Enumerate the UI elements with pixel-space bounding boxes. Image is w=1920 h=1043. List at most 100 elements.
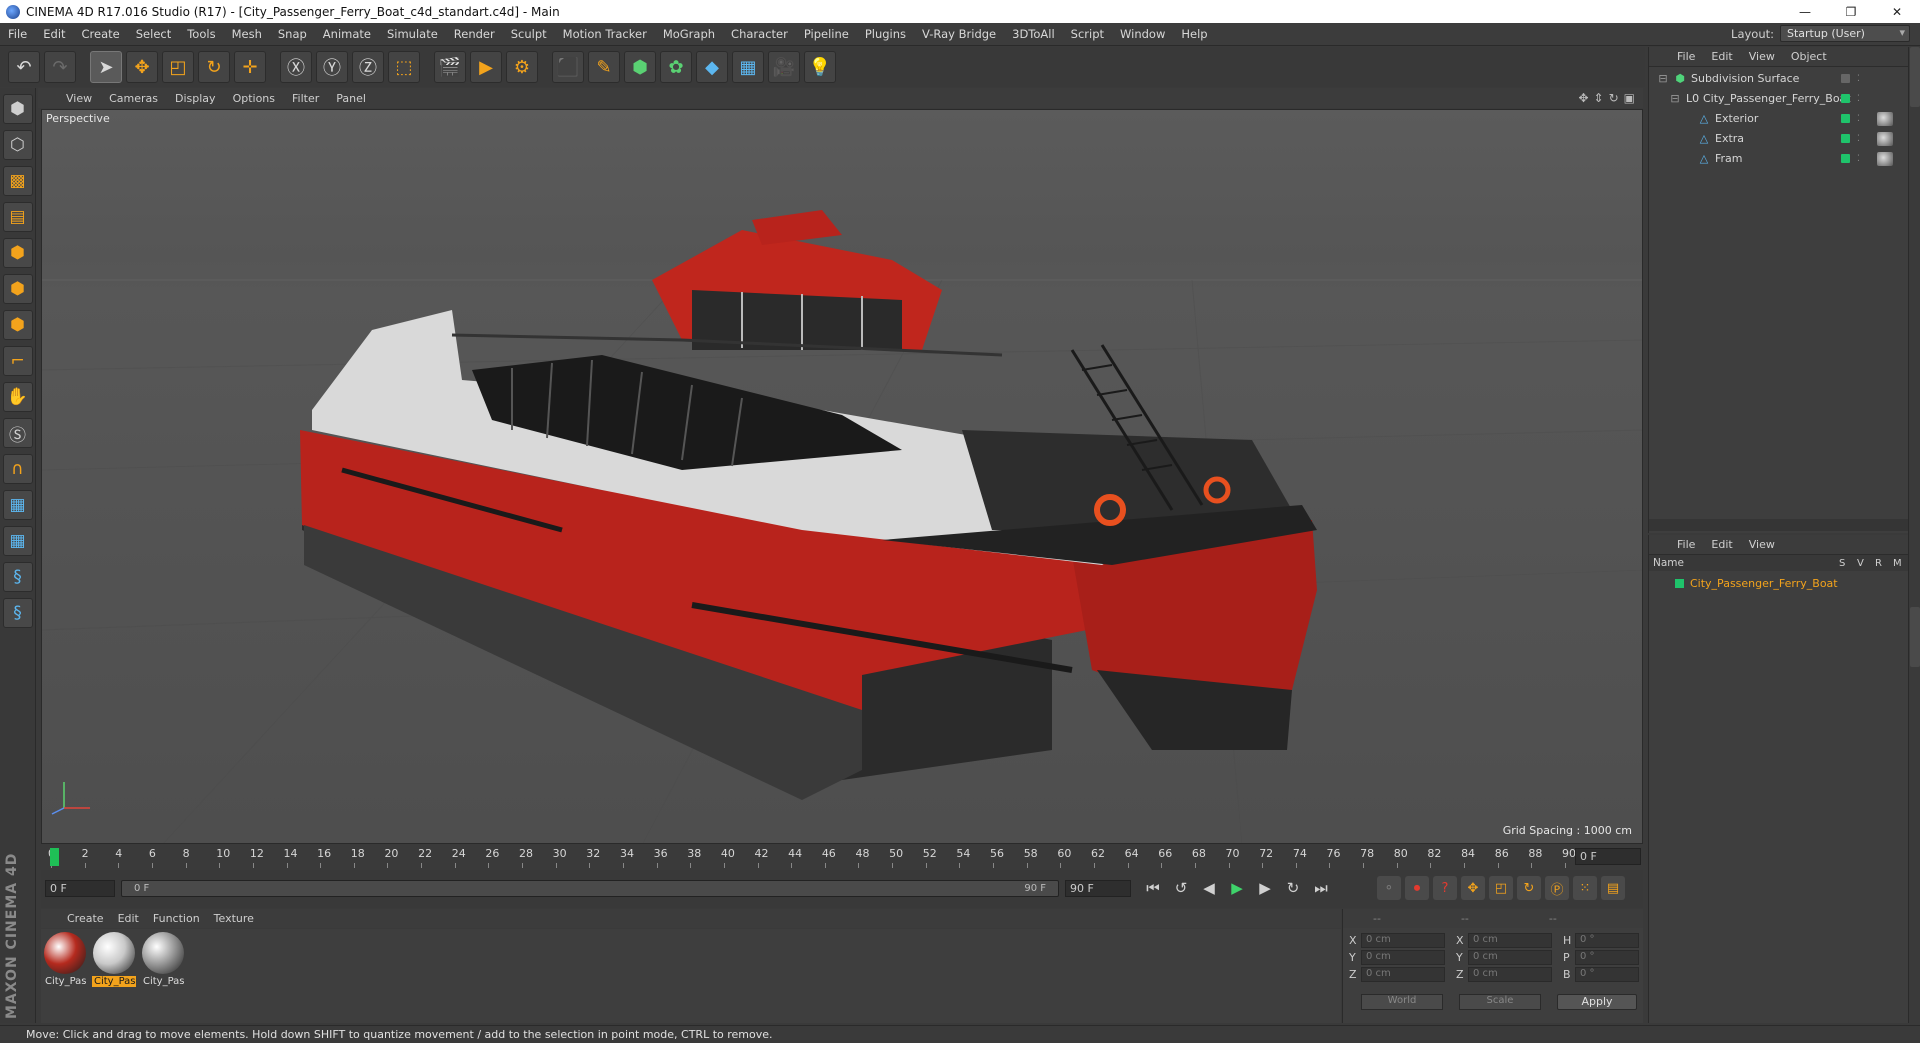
mograph-cloner-icon[interactable]: ✿ — [660, 51, 692, 83]
material-menu-create[interactable]: Create — [67, 912, 104, 925]
menu-sculpt[interactable]: Sculpt — [503, 27, 555, 41]
start-frame-field[interactable]: 0 F — [45, 880, 115, 897]
object-tree-item[interactable]: △ Fram ⁚ — [1649, 149, 1909, 168]
redo-icon[interactable]: ↷ — [44, 51, 76, 83]
next-frame-icon[interactable]: ▶ — [1253, 876, 1277, 900]
material-menu-function[interactable]: Function — [153, 912, 200, 925]
viewport-menu-cameras[interactable]: Cameras — [109, 92, 169, 105]
timeline-ruler[interactable]: 0246810121416182022242628303234363840424… — [41, 846, 1643, 868]
rotation-b-field[interactable]: 0 ° — [1575, 967, 1639, 982]
make-editable-icon[interactable]: ⬢ — [2, 94, 33, 124]
pen-icon[interactable]: ✎ — [588, 51, 620, 83]
position-y-field[interactable]: 0 cm — [1361, 950, 1445, 965]
playhead[interactable] — [50, 848, 59, 866]
visibility-dots-icon[interactable]: ⁚ — [1857, 94, 1860, 104]
menu-script[interactable]: Script — [1063, 27, 1112, 41]
object-tree-item[interactable]: ⊟ ⬢ Subdivision Surface ⁚ — [1649, 69, 1909, 88]
key-position-icon[interactable]: ✥ — [1461, 876, 1485, 900]
snap-icon[interactable]: Ⓢ — [2, 418, 33, 448]
close-icon[interactable]: ✕ — [1874, 0, 1920, 23]
layer-color-swatch[interactable] — [1841, 154, 1850, 163]
goto-end-icon[interactable]: ⏭ — [1309, 876, 1333, 900]
position-z-field[interactable]: 0 cm — [1361, 967, 1445, 982]
object-tree-item[interactable]: △ Exterior ⁚ — [1649, 109, 1909, 128]
goto-start-icon[interactable]: ⏮ — [1141, 876, 1165, 900]
viewport-menu-filter[interactable]: Filter — [292, 92, 330, 105]
material-tag-icon[interactable] — [1877, 151, 1893, 166]
keyframe-selection-icon[interactable]: ⚬ — [1377, 876, 1401, 900]
position-x-field[interactable]: 0 cm — [1361, 933, 1445, 948]
model-mode-icon[interactable]: ⬡ — [2, 130, 33, 160]
menu-file[interactable]: File — [0, 27, 35, 41]
camera-icon[interactable]: 🎥 — [768, 51, 800, 83]
layer-color-swatch[interactable] — [1841, 94, 1850, 103]
record-icon[interactable]: ⏺ — [1405, 876, 1429, 900]
edges-mode-icon[interactable]: ⬢ — [2, 274, 33, 304]
object-tree-item[interactable]: ⊟ L0 City_Passenger_Ferry_Boat ⁚ — [1649, 89, 1909, 108]
menu-create[interactable]: Create — [74, 27, 128, 41]
axis-mode-icon[interactable]: ⌐ — [2, 346, 33, 376]
object-tree-item[interactable]: △ Extra ⁚ — [1649, 129, 1909, 148]
layer-menu-view[interactable]: View — [1749, 538, 1775, 551]
side-tab-objects[interactable] — [1910, 47, 1920, 107]
magnet-icon[interactable]: ∩ — [2, 454, 33, 484]
menu-vray-bridge[interactable]: V-Ray Bridge — [914, 27, 1004, 41]
prev-key-icon[interactable]: ↺ — [1169, 876, 1193, 900]
key-rotation-icon[interactable]: ↻ — [1517, 876, 1541, 900]
viewport-menu-view[interactable]: View — [66, 92, 103, 105]
viewport-menu-panel[interactable]: Panel — [336, 92, 377, 105]
floor-icon[interactable]: ▦ — [732, 51, 764, 83]
expand-toggle-icon[interactable]: ⊟ — [1669, 92, 1681, 105]
deformer-icon[interactable]: ◆ — [696, 51, 728, 83]
texture-mode-icon[interactable]: ▩ — [2, 166, 33, 196]
viewport-menu-options[interactable]: Options — [233, 92, 286, 105]
expand-toggle-icon[interactable]: ⊟ — [1657, 72, 1669, 85]
menu-simulate[interactable]: Simulate — [379, 27, 446, 41]
loop-icon[interactable]: ↻ — [1281, 876, 1305, 900]
scale-icon[interactable]: ◰ — [162, 51, 194, 83]
layer-color-swatch[interactable] — [1841, 114, 1850, 123]
prev-frame-icon[interactable]: ◀ — [1197, 876, 1221, 900]
end-frame-field[interactable]: 90 F — [1065, 880, 1131, 897]
current-frame-field[interactable]: 0 F — [1575, 848, 1641, 865]
menu-pipeline[interactable]: Pipeline — [796, 27, 857, 41]
material-swatch[interactable]: City_Pas — [141, 932, 185, 987]
visibility-dots-icon[interactable]: ⁚ — [1857, 114, 1860, 124]
play-icon[interactable]: ▶ — [1225, 876, 1249, 900]
maximize-view-icon[interactable]: ▣ — [1624, 91, 1635, 105]
object-manager-scrollbar[interactable] — [1649, 519, 1909, 531]
size-y-field[interactable]: 0 cm — [1468, 950, 1552, 965]
material-swatch[interactable]: City_Pas — [43, 932, 87, 987]
tweak-mode-icon[interactable]: ✋ — [2, 382, 33, 412]
subdivision-icon[interactable]: ⬢ — [624, 51, 656, 83]
rotate-icon[interactable]: ↻ — [198, 51, 230, 83]
menu-mesh[interactable]: Mesh — [224, 27, 270, 41]
menu-select[interactable]: Select — [128, 27, 179, 41]
render-view-icon[interactable]: ▶ — [470, 51, 502, 83]
menu-snap[interactable]: Snap — [270, 27, 315, 41]
viewport-menu-display[interactable]: Display — [175, 92, 227, 105]
render-region-icon[interactable]: 🎬 — [434, 51, 466, 83]
material-tag-icon[interactable] — [1877, 131, 1893, 146]
pan-icon[interactable]: ✥ — [1578, 91, 1588, 105]
menu-3dtoall[interactable]: 3DToAll — [1004, 27, 1063, 41]
zoom-icon[interactable]: ⇕ — [1594, 91, 1604, 105]
visibility-dots-icon[interactable]: ⁚ — [1857, 134, 1860, 144]
restore-icon[interactable]: ❐ — [1828, 0, 1874, 23]
y-axis-icon[interactable]: Ⓨ — [316, 51, 348, 83]
layer-menu-edit[interactable]: Edit — [1711, 538, 1732, 551]
menu-help[interactable]: Help — [1173, 27, 1215, 41]
menu-motion-tracker[interactable]: Motion Tracker — [555, 27, 655, 41]
material-menu-texture[interactable]: Texture — [214, 912, 254, 925]
coordinate-system-icon[interactable]: ⬚ — [388, 51, 420, 83]
coordinate-space-dropdown[interactable]: World — [1361, 994, 1443, 1010]
timeline-ticks[interactable]: 0246810121416182022242628303234363840424… — [48, 846, 1576, 868]
layout-dropdown[interactable]: Startup (User) — [1780, 25, 1910, 42]
python-icon[interactable]: § — [2, 562, 33, 592]
material-swatch[interactable]: City_Pas — [92, 932, 136, 987]
move-icon[interactable]: ✥ — [126, 51, 158, 83]
polygons-mode-icon[interactable]: ⬢ — [2, 310, 33, 340]
material-menu-edit[interactable]: Edit — [118, 912, 139, 925]
render-settings-icon[interactable]: ⚙ — [506, 51, 538, 83]
minimize-icon[interactable]: — — [1782, 0, 1828, 23]
